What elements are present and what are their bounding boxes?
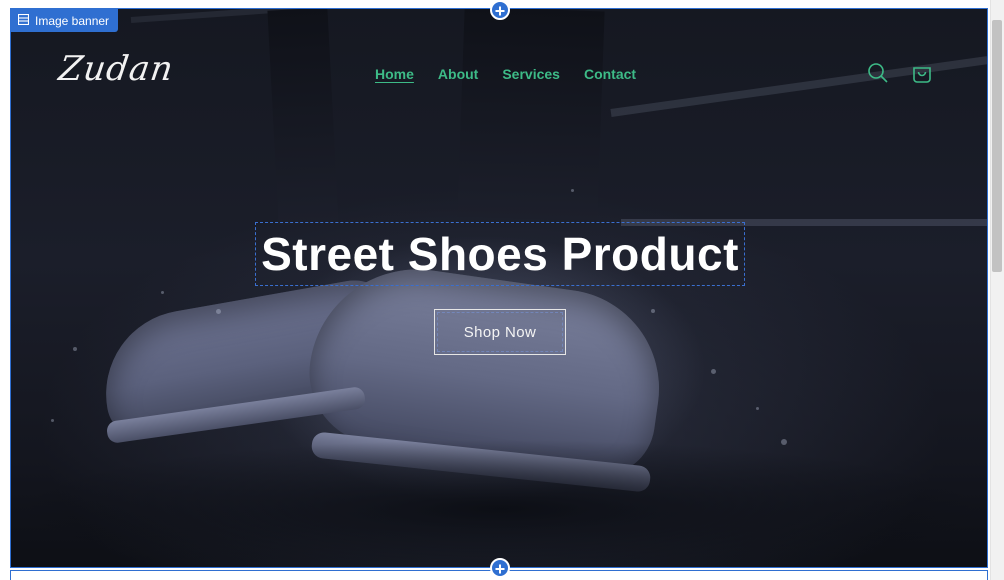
theme-editor-preview: Zudan Home About Services Contact Street…: [0, 0, 1004, 580]
main-nav: Home About Services Contact: [375, 66, 636, 82]
section-layout-icon: [17, 13, 30, 28]
nav-link-services[interactable]: Services: [502, 66, 560, 82]
site-logo[interactable]: Zudan: [56, 49, 176, 89]
section-tag-label: Image banner: [35, 13, 110, 28]
search-icon[interactable]: [866, 61, 890, 85]
hero-title[interactable]: Street Shoes Product: [255, 222, 745, 286]
shop-now-button[interactable]: Shop Now: [434, 309, 566, 355]
section-tag-image-banner[interactable]: Image banner: [10, 9, 119, 32]
cart-icon[interactable]: [910, 61, 934, 85]
image-banner-section[interactable]: Zudan Home About Services Contact Street…: [10, 8, 988, 568]
shop-now-label: Shop Now: [463, 323, 537, 341]
preview-scrollbar[interactable]: [990, 0, 1004, 580]
plus-icon: [495, 559, 505, 578]
nav-link-home[interactable]: Home: [375, 66, 414, 82]
add-section-top-button[interactable]: [490, 0, 510, 20]
site-header: Zudan Home About Services Contact: [11, 9, 987, 139]
add-section-bottom-button[interactable]: [490, 558, 510, 578]
plus-icon: [495, 1, 505, 20]
nav-link-contact[interactable]: Contact: [584, 66, 636, 82]
scrollbar-thumb[interactable]: [992, 20, 1002, 272]
nav-link-about[interactable]: About: [438, 66, 478, 82]
